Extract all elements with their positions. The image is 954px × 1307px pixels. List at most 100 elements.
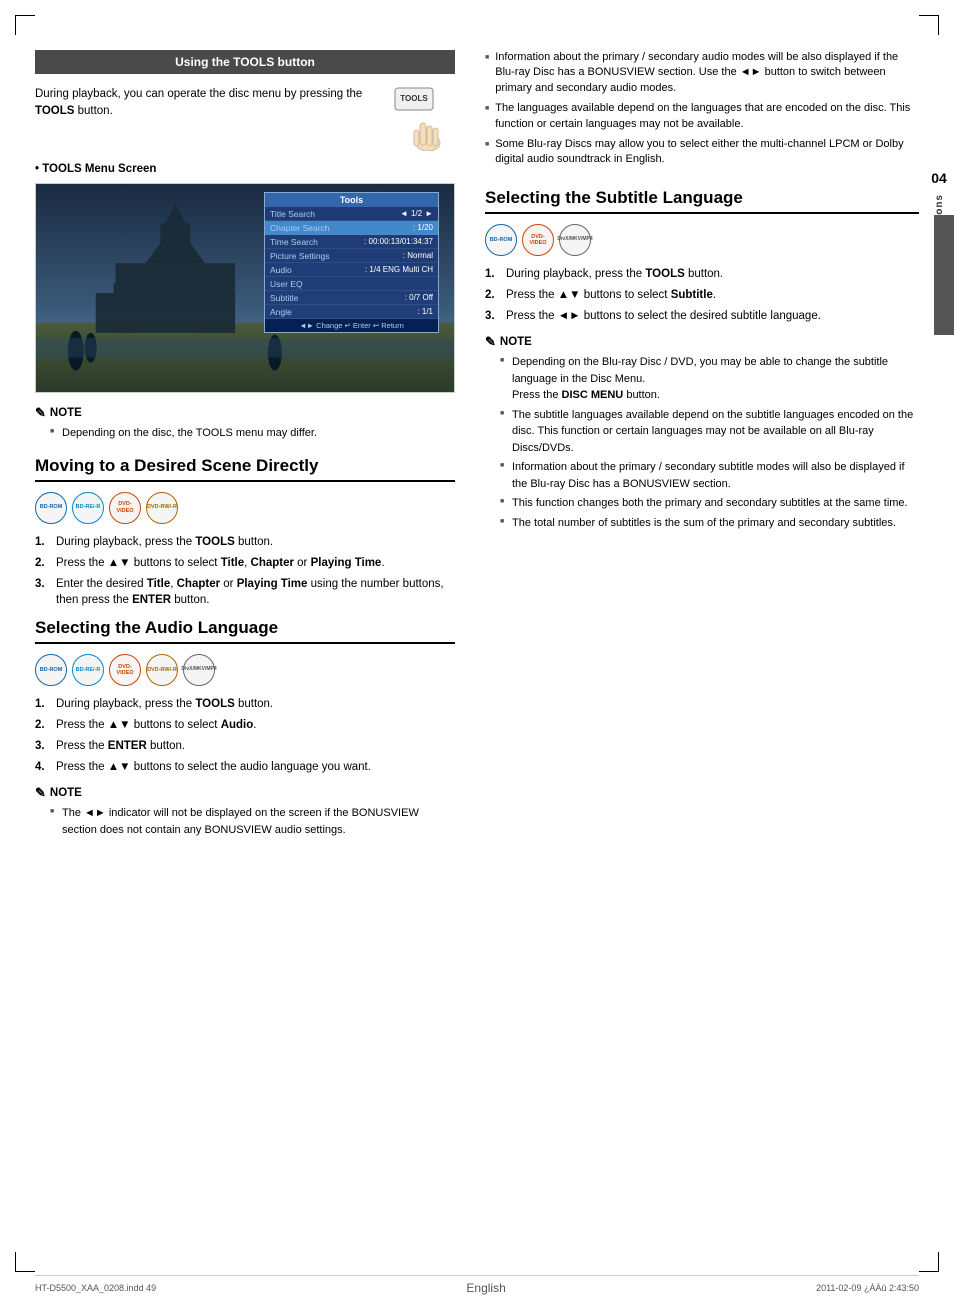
subtitle-note-label: NOTE (500, 336, 532, 348)
subtitle-section-heading: Selecting the Subtitle Language (485, 188, 919, 214)
row-label-subtitle: Subtitle (270, 293, 340, 303)
subtitle-note-item-3: Information about the primary / secondar… (500, 459, 919, 492)
right-bullet-3: ■ Some Blu-ray Discs may allow you to se… (485, 137, 919, 168)
right-column: ■ Information about the primary / second… (475, 50, 919, 852)
tools-intro-text: During playback, you can operate the dis… (35, 86, 375, 121)
tools-note-item-1: Depending on the disc, the TOOLS menu ma… (50, 425, 455, 442)
audio-section-heading: Selecting the Audio Language (35, 618, 455, 644)
row-value-time-search: : 00:00:13/01:34:37 (364, 237, 433, 246)
subtitle-step-num-3: 3. (485, 308, 501, 324)
tools-note-label: NOTE (50, 407, 82, 419)
badge-dvd-video-audio: DVD-VIDEO (109, 654, 141, 686)
subtitle-note-section: ✎ NOTE Depending on the Blu-ray Disc / D… (485, 334, 919, 531)
moving-step-3: 3. Enter the desired Title, Chapter or P… (35, 576, 455, 608)
row-value-subtitle: : 0/7 Off (405, 293, 433, 302)
moving-section-heading: Moving to a Desired Scene Directly (35, 456, 455, 482)
audio-step-num-3: 3. (35, 738, 51, 754)
subtitle-note-text-4: This function changes both the primary a… (512, 497, 908, 509)
moving-step-2: 2. Press the ▲▼ buttons to select Title,… (35, 555, 455, 571)
audio-step-1: 1. During playback, press the TOOLS butt… (35, 696, 455, 712)
row-label-chapter-search: Chapter Search (270, 223, 340, 233)
audio-note-text-1: The ◄► indicator will not be displayed o… (62, 807, 419, 836)
bullet-icon-1: ■ (485, 53, 489, 63)
step-num-1: 1. (35, 534, 51, 550)
step-content-3: Enter the desired Title, Chapter or Play… (56, 576, 455, 608)
subtitle-step-content-3: Press the ◄► buttons to select the desir… (506, 308, 919, 324)
right-top-bullets: ■ Information about the primary / second… (485, 50, 919, 168)
arrow-left: ◄ (400, 209, 408, 218)
tools-note-content: Depending on the disc, the TOOLS menu ma… (35, 425, 455, 442)
step-content-2: Press the ▲▼ buttons to select Title, Ch… (56, 555, 455, 571)
corner-mark-tl (15, 15, 35, 35)
subtitle-step-num-2: 2. (485, 287, 501, 303)
row-label-audio: Audio (270, 265, 340, 275)
svg-text:TOOLS: TOOLS (400, 94, 428, 103)
audio-step-num-4: 4. (35, 759, 51, 775)
row-label-time-search: Time Search (270, 237, 340, 247)
corner-mark-br (919, 1252, 939, 1272)
corner-mark-bl (15, 1252, 35, 1272)
badge-dvd-video-moving: DVD-VIDEO (109, 492, 141, 524)
badge-other-audio: DivX/MKV/MP4 (183, 654, 215, 686)
subtitle-note-text-5: The total number of subtitles is the sum… (512, 517, 896, 529)
corner-mark-tr (919, 15, 939, 35)
tools-menu-row-picture: Picture Settings : Normal (265, 249, 438, 263)
subtitle-note-icon: ✎ (485, 334, 496, 350)
badge-dvd-video-subtitle: DVD-VIDEO (522, 224, 554, 256)
tools-menu-row-audio: Audio : 1/4 ENG Multi CH (265, 263, 438, 277)
step-num-2: 2. (35, 555, 51, 571)
subtitle-note-text-2: The subtitle languages available depend … (512, 409, 913, 454)
tools-menu-row-subtitle: Subtitle : 0/7 Off (265, 291, 438, 305)
tools-intro: During playback, you can operate the dis… (35, 86, 455, 151)
content-wrapper: Using the TOOLS button During playback, … (0, 30, 954, 872)
tools-header: Using the TOOLS button (35, 50, 455, 74)
right-bullet-text-2: The languages available depend on the la… (495, 101, 919, 132)
moving-badges: BD-ROM BD-RE/-R DVD-VIDEO DVD-RW/-R (35, 492, 455, 524)
badge-other-subtitle: DivX/MKV/MP4 (559, 224, 591, 256)
subtitle-note-item-1: Depending on the Blu-ray Disc / DVD, you… (500, 354, 919, 404)
right-bullet-text-1: Information about the primary / secondar… (495, 50, 919, 96)
audio-step-content-1: During playback, press the TOOLS button. (56, 696, 455, 712)
badge-bd-rom-audio: BD-ROM (35, 654, 67, 686)
tools-intro-para: During playback, you can operate the dis… (35, 88, 362, 117)
right-bullet-1: ■ Information about the primary / second… (485, 50, 919, 96)
subtitle-note-text-3: Information about the primary / secondar… (512, 461, 905, 490)
right-bullet-2: ■ The languages available depend on the … (485, 101, 919, 132)
audio-step-2: 2. Press the ▲▼ buttons to select Audio. (35, 717, 455, 733)
page-container: 04 Basic Functions Using the TOOLS butto… (0, 0, 954, 1307)
chapter-bar (934, 215, 954, 335)
badge-bd-re-audio: BD-RE/-R (72, 654, 104, 686)
subtitle-steps: 1. During playback, press the TOOLS butt… (485, 266, 919, 324)
tools-header-text: Using the TOOLS button (175, 55, 315, 69)
audio-note-icon: ✎ (35, 785, 46, 801)
row-label-angle: Angle (270, 307, 340, 317)
subtitle-note-item-4: This function changes both the primary a… (500, 495, 919, 512)
subtitle-step-3: 3. Press the ◄► buttons to select the de… (485, 308, 919, 324)
tools-note-section: ✎ NOTE Depending on the disc, the TOOLS … (35, 405, 455, 442)
badge-dvd-rw-audio: DVD-RW/-R (146, 654, 178, 686)
audio-step-content-3: Press the ENTER button. (56, 738, 455, 754)
note-icon: ✎ (35, 405, 46, 421)
row-label-title-search: Title Search (270, 209, 340, 219)
row-label-usereq: User EQ (270, 279, 340, 289)
subtitle-step-content-2: Press the ▲▼ buttons to select Subtitle. (506, 287, 919, 303)
row-value-chapter-search: : 1/20 (413, 223, 433, 232)
tools-button-svg: TOOLS (390, 86, 450, 151)
bullet-icon-3: ■ (485, 140, 489, 150)
audio-step-4: 4. Press the ▲▼ buttons to select the au… (35, 759, 455, 775)
step-content-1: During playback, press the TOOLS button. (56, 534, 455, 550)
moving-step-1: 1. During playback, press the TOOLS butt… (35, 534, 455, 550)
audio-step-content-2: Press the ▲▼ buttons to select Audio. (56, 717, 455, 733)
audio-note-content: The ◄► indicator will not be displayed o… (35, 805, 455, 838)
row-label-picture: Picture Settings (270, 251, 340, 261)
audio-note-label: NOTE (50, 787, 82, 799)
audio-note-section: ✎ NOTE The ◄► indicator will not be disp… (35, 785, 455, 838)
page-footer: HT-D5500_XAA_0208.indd 49 English 2011-0… (35, 1275, 919, 1295)
tools-menu-title: Tools (265, 193, 438, 207)
footer-language: English (466, 1281, 505, 1295)
subtitle-badges: BD-ROM DVD-VIDEO DivX/MKV/MP4 (485, 224, 919, 256)
moving-steps: 1. During playback, press the TOOLS butt… (35, 534, 455, 608)
left-column: Using the TOOLS button During playback, … (35, 50, 455, 852)
subtitle-note-header: ✎ NOTE (485, 334, 919, 350)
footer-filename: HT-D5500_XAA_0208.indd 49 (35, 1283, 156, 1293)
